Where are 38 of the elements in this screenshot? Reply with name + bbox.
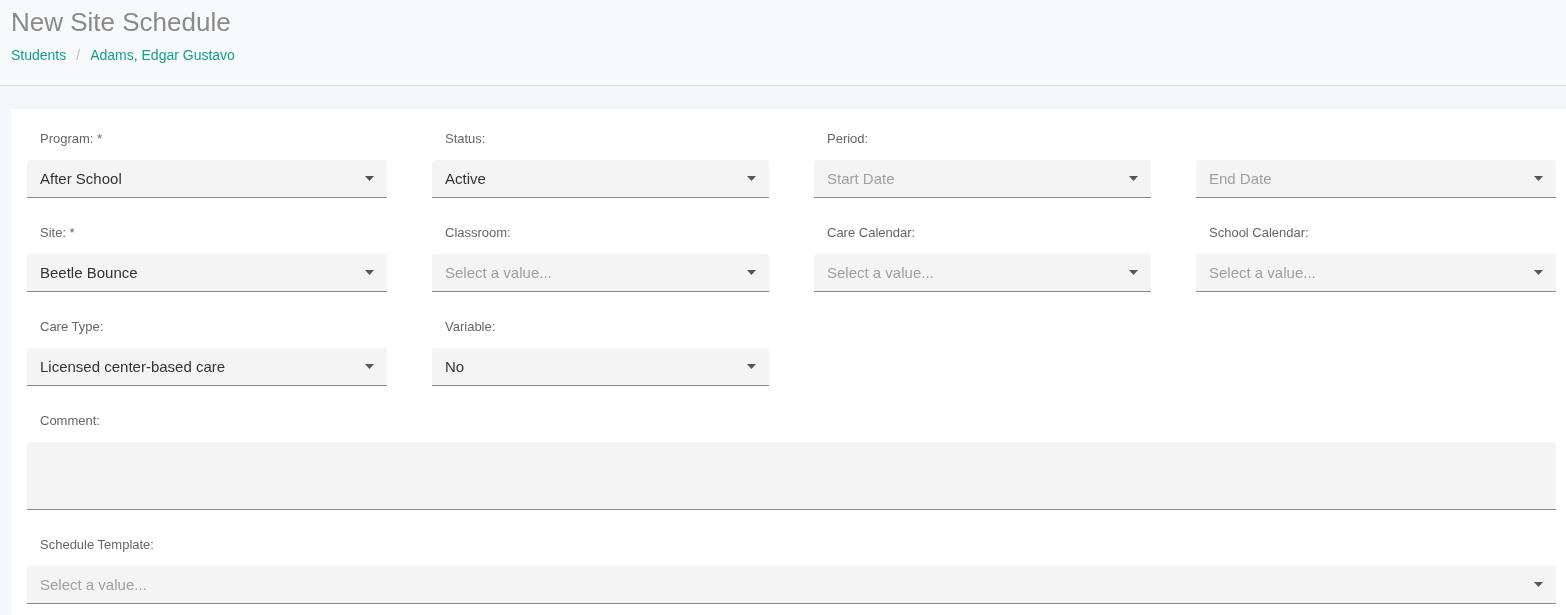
page-title: New Site Schedule (11, 6, 232, 38)
field-label: Care Calendar: (826, 224, 917, 242)
breadcrumb-link[interactable]: Students (11, 47, 67, 63)
field-label: Classroom: (444, 224, 512, 242)
select-field[interactable]: After School (27, 160, 387, 198)
caret-icon (747, 364, 756, 369)
field-label: Variable: (444, 318, 497, 336)
field-label: Care Type: (39, 318, 105, 336)
field-label: Period: (826, 130, 870, 148)
caret-icon (1534, 270, 1543, 275)
caret-icon (1534, 582, 1543, 587)
select-field[interactable]: Select a value... (814, 254, 1151, 292)
caret-icon (365, 176, 374, 181)
select-field[interactable]: End Date (1196, 160, 1556, 198)
breadcrumb-separator: / (76, 47, 81, 63)
field-label: Site: * (39, 224, 76, 242)
select-field[interactable]: Select a value... (1196, 254, 1556, 292)
field-label: Comment: (39, 412, 101, 430)
field-label: Program: * (39, 130, 104, 148)
caret-icon (365, 364, 374, 369)
field-label: Status: (444, 130, 487, 148)
caret-icon (747, 176, 756, 181)
caret-icon (1129, 270, 1138, 275)
caret-icon (747, 270, 756, 275)
comment-field[interactable] (27, 442, 1556, 510)
select-field[interactable]: Select a value... (432, 254, 769, 292)
select-field[interactable]: Active (432, 160, 769, 198)
select-field[interactable]: Beetle Bounce (27, 254, 387, 292)
caret-icon (1534, 176, 1543, 181)
select-field[interactable]: Select a value... (27, 566, 1556, 604)
breadcrumb-link[interactable]: Adams, Edgar Gustavo (90, 47, 235, 63)
field-label: Schedule Template: (39, 536, 155, 554)
select-field[interactable]: No (432, 348, 769, 386)
caret-icon (365, 270, 374, 275)
caret-icon (1129, 176, 1138, 181)
select-field[interactable]: Licensed center-based care (27, 348, 387, 386)
select-field[interactable]: Start Date (814, 160, 1151, 198)
field-label: School Calendar: (1208, 224, 1310, 242)
